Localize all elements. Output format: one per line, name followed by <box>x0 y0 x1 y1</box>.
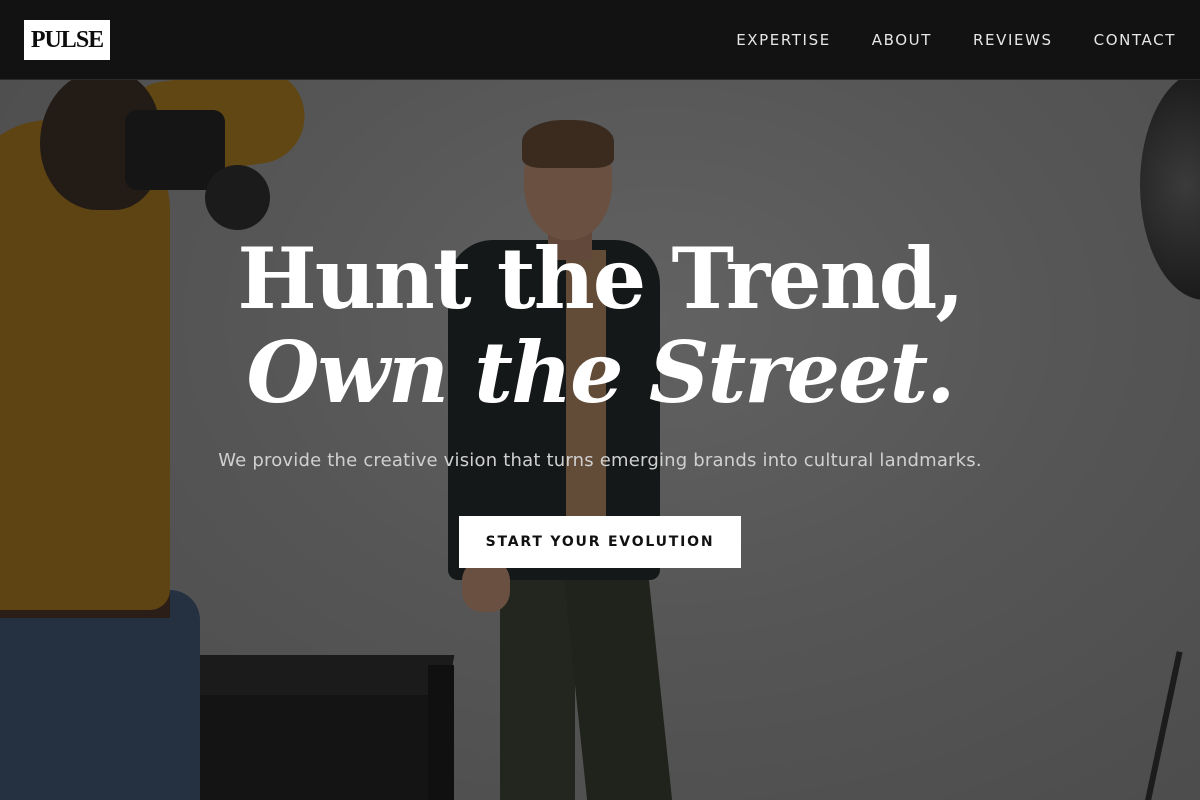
hero-subtitle: We provide the creative vision that turn… <box>218 450 982 471</box>
nav-link-about[interactable]: ABOUT <box>872 31 932 49</box>
hero-title-line-1: Hunt the Trend, <box>237 229 964 328</box>
hero-title: Hunt the Trend, Own the Street. <box>0 232 1200 420</box>
nav-link-expertise[interactable]: EXPERTISE <box>736 31 831 49</box>
main-nav: EXPERTISE ABOUT REVIEWS CONTACT <box>736 0 1176 80</box>
start-evolution-button[interactable]: START YOUR EVOLUTION <box>459 516 741 568</box>
nav-link-contact[interactable]: CONTACT <box>1094 31 1176 49</box>
nav-link-reviews[interactable]: REVIEWS <box>973 31 1053 49</box>
brand-logo[interactable]: PULSE <box>24 20 110 60</box>
top-navbar: PULSE EXPERTISE ABOUT REVIEWS CONTACT <box>0 0 1200 80</box>
hero-title-line-2: Own the Street. <box>246 323 955 422</box>
